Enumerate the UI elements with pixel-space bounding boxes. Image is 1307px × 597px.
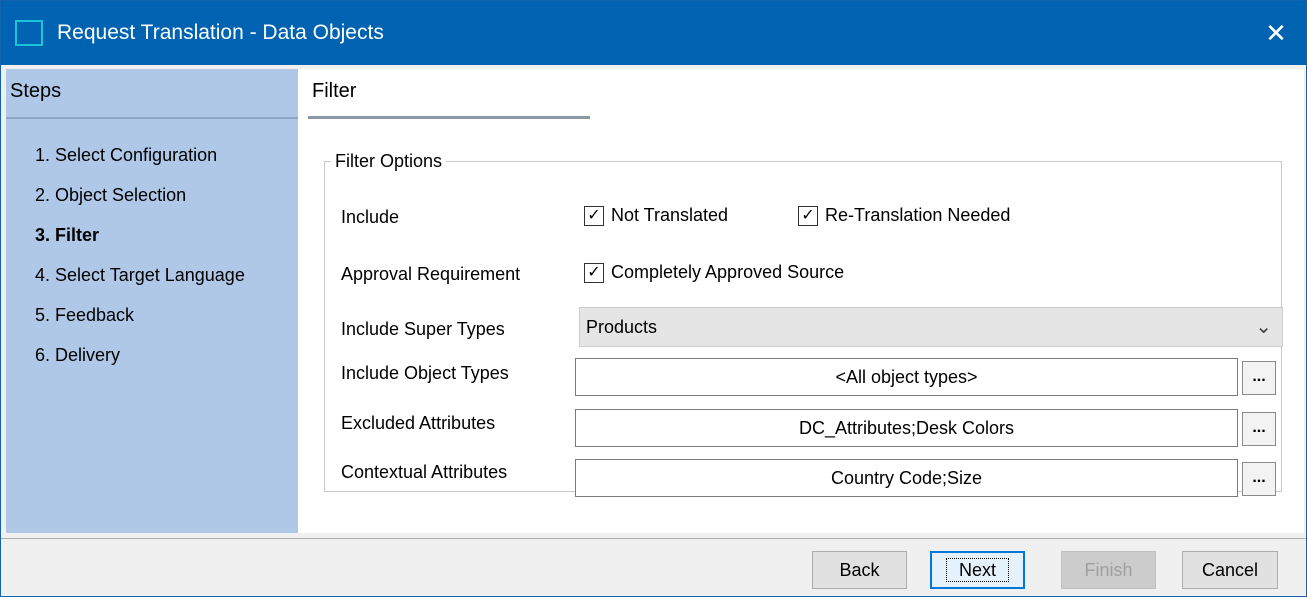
sidebar-divider [6, 117, 298, 119]
re-translation-label: Re-Translation Needed [825, 205, 1011, 225]
main-panel: Filter Filter Options Include ✓ Not Tran… [298, 69, 1304, 533]
dialog-window: Request Translation - Data Objects ✕ Ste… [0, 0, 1307, 597]
checkbox-check-icon: ✓ [584, 205, 604, 226]
super-types-value: Products [586, 317, 658, 337]
window-title: Request Translation - Data Objects [57, 21, 384, 44]
contextual-attributes-field[interactable]: Country Code;Size [575, 459, 1238, 497]
contextual-attributes-browse-button[interactable]: ... [1242, 462, 1276, 496]
checkbox-check-icon: ✓ [798, 205, 818, 226]
checkbox-check-icon: ✓ [584, 262, 604, 283]
step-select-configuration[interactable]: 1. Select Configuration [35, 135, 245, 175]
include-label: Include [341, 207, 400, 227]
cancel-button[interactable]: Cancel [1182, 551, 1278, 589]
next-button-label: Next [945, 558, 1010, 582]
completely-approved-checkbox[interactable]: ✓ Completely Approved Source [584, 262, 844, 283]
button-bar: Back Next Finish Cancel [1, 538, 1306, 596]
close-icon: ✕ [1265, 17, 1287, 48]
next-button[interactable]: Next [930, 551, 1025, 589]
steps-sidebar: Steps 1. Select Configuration 2. Object … [6, 69, 298, 533]
app-icon [15, 20, 43, 46]
chevron-down-icon: ⌄ [1255, 316, 1272, 338]
filter-options-group: Filter Options Include ✓ Not Translated … [324, 151, 1283, 497]
super-types-dropdown[interactable]: Products ⌄ [579, 307, 1283, 347]
step-object-selection[interactable]: 2. Object Selection [35, 175, 245, 215]
excluded-attributes-label: Excluded Attributes [341, 413, 496, 433]
step-delivery[interactable]: 6. Delivery [35, 335, 245, 375]
section-title: Filter [312, 80, 357, 102]
completely-approved-label: Completely Approved Source [611, 262, 845, 282]
excluded-attributes-field[interactable]: DC_Attributes;Desk Colors [575, 409, 1238, 447]
finish-button: Finish [1061, 551, 1156, 589]
title-bar: Request Translation - Data Objects ✕ [1, 1, 1306, 65]
sidebar-title: Steps [10, 80, 62, 102]
section-underline [308, 116, 590, 119]
step-select-target-language[interactable]: 4. Select Target Language [35, 255, 245, 295]
not-translated-checkbox[interactable]: ✓ Not Translated [584, 205, 728, 226]
object-types-browse-button[interactable]: ... [1242, 361, 1276, 395]
approval-label: Approval Requirement [341, 264, 521, 284]
excluded-attributes-browse-button[interactable]: ... [1242, 412, 1276, 446]
step-filter[interactable]: 3. Filter [35, 215, 245, 255]
back-button[interactable]: Back [812, 551, 907, 589]
object-types-field[interactable]: <All object types> [575, 358, 1238, 396]
contextual-attributes-label: Contextual Attributes [341, 462, 508, 482]
super-types-label: Include Super Types [341, 319, 505, 339]
not-translated-label: Not Translated [611, 205, 729, 225]
steps-list: 1. Select Configuration 2. Object Select… [35, 135, 245, 375]
filter-options-legend: Filter Options [335, 151, 443, 171]
step-feedback[interactable]: 5. Feedback [35, 295, 245, 335]
re-translation-checkbox[interactable]: ✓ Re-Translation Needed [798, 205, 1010, 226]
object-types-label: Include Object Types [341, 363, 509, 383]
close-button[interactable]: ✕ [1246, 1, 1306, 65]
